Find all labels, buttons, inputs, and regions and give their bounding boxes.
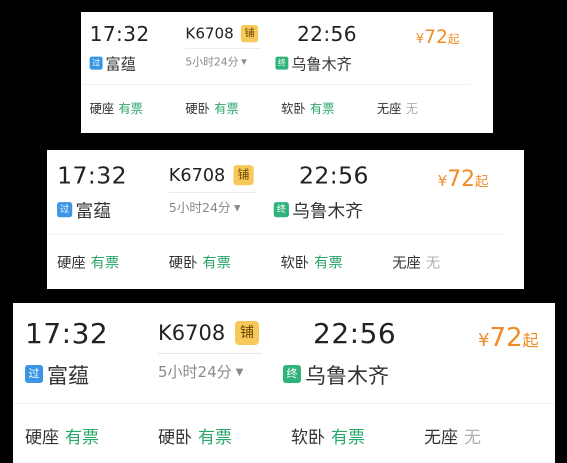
seat-availability: 有票 — [331, 428, 365, 448]
ticket-card-content: 17:32 K6708 铺 22:56 ¥72起 过 富蕴 5小时24分 ▼ 终 … — [47, 150, 503, 284]
pass-station-badge: 过 — [57, 202, 73, 218]
price-suffix: 起 — [475, 173, 489, 190]
duration-text: 5小时24分 — [158, 363, 232, 381]
seat-option-hard-sleeper[interactable]: 硬卧 有票 — [169, 251, 231, 272]
seat-option-standing[interactable]: 无座无 — [392, 251, 440, 272]
ticket-card-content: 17:32 K6708 铺 22:56 ¥72起 过 富蕴 5小时24分 ▼ 终 … — [13, 303, 555, 463]
divider — [13, 403, 555, 404]
arrival-time: 22:56 — [299, 161, 369, 190]
departure-time: 17:32 — [89, 22, 150, 46]
seat-type: 硬座 — [57, 255, 86, 272]
seat-availability: 有票 — [198, 428, 232, 448]
terminal-station-badge: 终 — [283, 365, 301, 383]
price-suffix: 起 — [522, 331, 539, 350]
seat-option-soft-sleeper[interactable]: 软卧 有票 — [281, 251, 343, 272]
duration-text: 5小时24分 — [185, 55, 239, 69]
price-value: 72 — [489, 323, 523, 353]
berth-badge: 铺 — [233, 165, 254, 186]
berth-badge: 铺 — [240, 24, 259, 43]
seat-type: 软卧 — [281, 102, 306, 117]
train-number[interactable]: K6708 — [169, 165, 225, 185]
seat-availability: 有票 — [202, 255, 231, 272]
seat-availability: 有票 — [309, 102, 335, 117]
ticket-card[interactable]: 17:32 K6708 铺 22:56 ¥72起 过 富蕴 5小时24分 ▼ 终 … — [47, 150, 524, 289]
chevron-down-icon: ▼ — [235, 367, 244, 378]
seat-type: 硬卧 — [185, 102, 210, 117]
seat-option-hard-sleeper[interactable]: 硬卧 有票 — [185, 98, 238, 116]
seat-option-hard-sleeper[interactable]: 硬卧 有票 — [158, 423, 232, 448]
seat-availability: 有票 — [118, 102, 143, 117]
duration-toggle[interactable]: 5小时24分 ▼ — [185, 54, 246, 69]
seat-availability: 无 — [405, 102, 418, 117]
seat-type: 硬卧 — [158, 428, 192, 448]
seat-type: 硬座 — [89, 102, 115, 117]
pass-station-badge: 过 — [89, 56, 103, 70]
seat-option-hard-seat[interactable]: 硬座 有票 — [90, 98, 143, 116]
arrival-time: 22:56 — [297, 22, 357, 46]
currency-symbol: ¥ — [437, 172, 448, 191]
price-label: ¥72起 — [478, 323, 539, 353]
seat-availability: 有票 — [214, 102, 239, 117]
seat-type: 无座 — [376, 102, 402, 117]
arrival-station: 乌鲁木齐 — [292, 201, 363, 222]
train-number-underline — [158, 353, 262, 354]
price-label: ¥72起 — [416, 26, 460, 48]
seat-type: 软卧 — [280, 255, 310, 272]
seat-availability: 有票 — [314, 255, 343, 272]
price-value: 72 — [424, 26, 448, 48]
seat-type: 硬卧 — [168, 255, 198, 272]
seat-option-soft-sleeper[interactable]: 软卧 有票 — [281, 98, 334, 116]
departure-time: 17:32 — [57, 161, 127, 190]
train-number-underline — [168, 192, 257, 193]
ticket-card[interactable]: 17:32 K6708 铺 22:56 ¥72起 过 富蕴 5小时24分 ▼ 终 … — [13, 303, 555, 463]
price-suffix: 起 — [447, 32, 460, 46]
chevron-down-icon: ▼ — [241, 58, 247, 66]
price-value: 72 — [447, 166, 476, 192]
terminal-station-badge: 终 — [275, 56, 289, 70]
divider — [47, 234, 503, 235]
train-number-underline — [185, 48, 261, 49]
ticket-card[interactable]: 17:32 K6708 铺 22:56 ¥72起 过 富蕴 5小时24分 ▼ 终 … — [81, 12, 493, 133]
departure-station: 富蕴 — [105, 55, 136, 74]
duration-text: 5小时24分 — [168, 200, 231, 216]
departure-time: 17:32 — [25, 317, 109, 350]
seat-option-hard-seat[interactable]: 硬座 有票 — [57, 251, 119, 272]
berth-badge: 铺 — [235, 321, 259, 345]
seat-availability: 有票 — [65, 428, 99, 448]
seat-option-standing[interactable]: 无座无 — [424, 423, 481, 448]
seat-availability: 无 — [464, 428, 481, 448]
seat-availability: 有票 — [90, 255, 120, 272]
arrival-time: 22:56 — [313, 317, 397, 350]
seat-type: 软卧 — [291, 428, 325, 448]
ticket-card-content: 17:32 K6708 铺 22:56 ¥72起 过 富蕴 5小时24分 ▼ 终 … — [81, 12, 472, 127]
chevron-down-icon: ▼ — [234, 203, 241, 213]
seat-type: 硬座 — [25, 428, 59, 448]
train-number[interactable]: K6708 — [185, 25, 233, 42]
price-label: ¥72起 — [438, 167, 489, 192]
terminal-station-badge: 终 — [273, 202, 289, 218]
seat-type: 无座 — [424, 428, 458, 448]
departure-station: 富蕴 — [75, 201, 111, 222]
seat-type: 无座 — [392, 255, 421, 272]
pass-station-badge: 过 — [25, 365, 43, 383]
departure-station: 富蕴 — [47, 364, 89, 388]
currency-symbol: ¥ — [478, 330, 490, 351]
duration-toggle[interactable]: 5小时24分 ▼ — [169, 199, 241, 217]
seat-option-standing[interactable]: 无座无 — [377, 98, 418, 116]
seat-option-soft-sleeper[interactable]: 软卧 有票 — [291, 423, 365, 448]
arrival-station: 乌鲁木齐 — [305, 364, 389, 388]
arrival-station: 乌鲁木齐 — [291, 55, 352, 74]
train-number[interactable]: K6708 — [158, 321, 225, 345]
divider — [81, 84, 472, 85]
seat-option-hard-seat[interactable]: 硬座 有票 — [25, 423, 99, 448]
seat-availability: 无 — [425, 255, 441, 272]
duration-toggle[interactable]: 5小时24分 ▼ — [158, 361, 243, 382]
